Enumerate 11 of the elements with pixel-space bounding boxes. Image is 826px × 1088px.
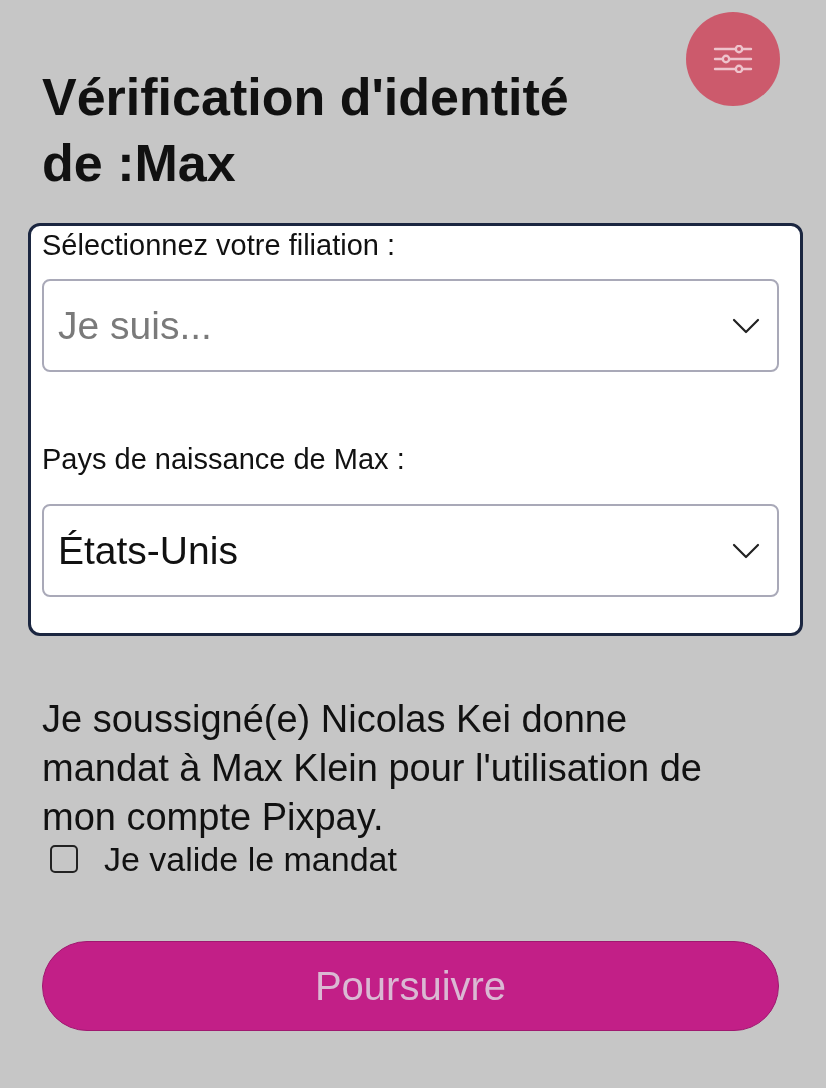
field-label: Sélectionnez votre filiation : — [42, 228, 397, 262]
checkbox[interactable] — [50, 845, 78, 873]
chevron-down-icon — [732, 317, 760, 334]
checkbox-label[interactable]: Je valide le mandat — [104, 839, 397, 879]
field-label: Pays de naissance de Max : — [42, 442, 406, 476]
sliders-icon — [713, 45, 753, 73]
select-field[interactable]: Je suis... — [42, 279, 779, 372]
chevron-down-icon — [732, 542, 760, 559]
select-field[interactable]: États-Unis — [42, 504, 779, 597]
mandate-text: Je soussigné(e) Nicolas Kei donne mandat à Max Klein pour l'utilisation de mon compte Pixpay. — [42, 697, 703, 840]
page-title: Vérification d'identité de :Max — [42, 67, 570, 194]
